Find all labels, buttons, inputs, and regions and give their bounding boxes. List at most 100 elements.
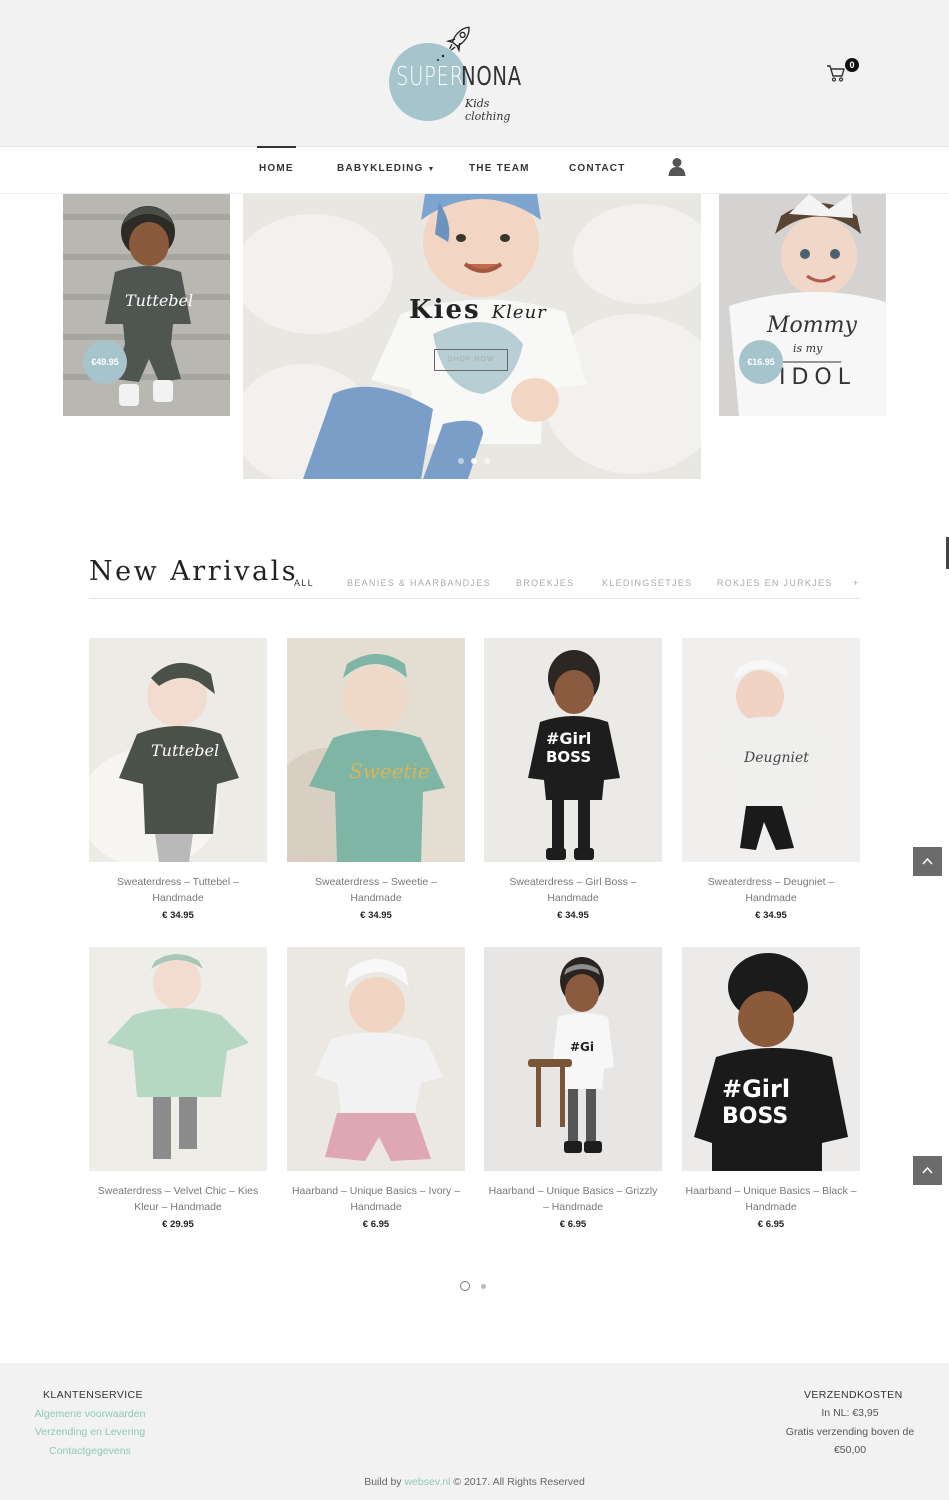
chevron-up-icon bbox=[922, 857, 933, 865]
slider-dot-3[interactable] bbox=[484, 458, 490, 464]
product-image bbox=[89, 947, 267, 1171]
filter-rokjes[interactable]: ROKJES EN JURKJES bbox=[717, 578, 833, 588]
slide-left-product[interactable]: Tuttebel €49.95 bbox=[63, 194, 230, 416]
hero-slide[interactable]: Kies Kleur SHOP NOW bbox=[243, 194, 701, 479]
product-image: #Girl BOSS bbox=[682, 947, 860, 1171]
product-card[interactable]: Deugniet Sweaterdress – Deugniet – Handm… bbox=[682, 638, 860, 921]
svg-text:BOSS: BOSS bbox=[722, 1104, 788, 1129]
svg-text:Tuttebel: Tuttebel bbox=[125, 291, 193, 310]
chevron-up-icon bbox=[922, 1166, 933, 1174]
product-price: € 29.95 bbox=[162, 1219, 194, 1230]
copyright-prefix: Build by bbox=[364, 1476, 402, 1488]
filter-all[interactable]: ALL bbox=[294, 578, 314, 588]
cart-icon bbox=[827, 65, 845, 82]
nav-item-the-team[interactable]: THE TEAM bbox=[469, 147, 530, 193]
svg-text:Sweetie: Sweetie bbox=[349, 759, 430, 783]
product-name[interactable]: Haarband – Unique Basics – Black – Handm… bbox=[682, 1183, 860, 1215]
logo-tagline: Kids clothing bbox=[465, 97, 511, 123]
product-price: € 6.95 bbox=[757, 1219, 785, 1230]
filter-beanies[interactable]: BEANIES & HAARBANDJES bbox=[347, 578, 491, 588]
footer-shipping-title: VERZENDKOSTEN bbox=[804, 1389, 903, 1401]
hero-heading-italic: Kleur bbox=[491, 302, 547, 323]
product-name[interactable]: Sweaterdress – Tuttebel – Handmade bbox=[89, 874, 267, 906]
slide-left-price-badge: €49.95 bbox=[83, 340, 127, 384]
pager-dot-1[interactable] bbox=[460, 1281, 470, 1291]
product-name[interactable]: Sweaterdress – Girl Boss – Handmade bbox=[484, 874, 662, 906]
svg-text:Deugniet: Deugniet bbox=[743, 750, 809, 766]
slide-right-price-badge: €16.95 bbox=[739, 340, 783, 384]
product-price: € 6.95 bbox=[559, 1219, 587, 1230]
site-header: Super Nona Kids clothing 0 bbox=[0, 0, 949, 146]
product-image: #Gi bbox=[484, 947, 662, 1171]
scroll-top-button[interactable] bbox=[913, 1156, 942, 1185]
nav-item-home[interactable]: HOME bbox=[257, 146, 296, 193]
footer-shipping-free: Gratis verzending boven de €50,00 bbox=[785, 1426, 915, 1456]
product-card[interactable]: Sweaterdress – Velvet Chic – Kies Kleur … bbox=[89, 947, 267, 1230]
logo[interactable]: Super Nona Kids clothing bbox=[386, 22, 536, 124]
cart-count-badge: 0 bbox=[845, 58, 859, 72]
svg-text:is my: is my bbox=[793, 342, 823, 355]
svg-text:Tuttebel: Tuttebel bbox=[151, 741, 219, 760]
copyright: Build by websev.nl © 2017. All Rights Re… bbox=[0, 1476, 949, 1488]
product-name[interactable]: Haarband – Unique Basics – Ivory – Handm… bbox=[287, 1183, 465, 1215]
hero-image bbox=[243, 194, 701, 479]
caret-down-icon: ▼ bbox=[427, 166, 436, 173]
scroll-top-button[interactable] bbox=[913, 847, 942, 876]
pager-dot-2[interactable] bbox=[481, 1284, 486, 1289]
product-name[interactable]: Sweaterdress – Deugniet – Handmade bbox=[682, 874, 860, 906]
product-price: € 34.95 bbox=[360, 910, 392, 921]
product-price: € 34.95 bbox=[557, 910, 589, 921]
copyright-link[interactable]: websev.nl bbox=[404, 1476, 450, 1488]
product-price: € 34.95 bbox=[755, 910, 787, 921]
footer-link-contact[interactable]: Contactgegevens bbox=[29, 1445, 151, 1457]
footer-link-voorwaarden[interactable]: Algemene voorwaarden bbox=[29, 1408, 151, 1420]
footer-shipping-nl: In NL: €3,95 bbox=[821, 1407, 879, 1419]
product-card[interactable]: #Girl BOSS Haarband – Unique Basics – Bl… bbox=[682, 947, 860, 1230]
slider-dot-1[interactable] bbox=[458, 458, 464, 464]
section-divider bbox=[89, 598, 860, 599]
logo-text-nona: Nona bbox=[461, 62, 522, 92]
product-card[interactable]: #Gi Haarband – Unique Basics – Grizzly –… bbox=[484, 947, 662, 1230]
product-name[interactable]: Sweaterdress – Velvet Chic – Kies Kleur … bbox=[89, 1183, 267, 1215]
nav-item-contact[interactable]: CONTACT bbox=[569, 147, 626, 193]
filter-more[interactable]: + bbox=[853, 578, 860, 588]
product-image: Tuttebel bbox=[89, 638, 267, 862]
footer-service-title: KLANTENSERVICE bbox=[43, 1389, 143, 1401]
product-image: Deugniet bbox=[682, 638, 860, 862]
shop-now-button[interactable]: SHOP NOW bbox=[434, 349, 508, 371]
product-card[interactable]: Sweetie Sweaterdress – Sweetie – Handmad… bbox=[287, 638, 465, 921]
product-image: #Girl BOSS bbox=[484, 638, 662, 862]
product-price: € 34.95 bbox=[162, 910, 194, 921]
hero-heading: Kies Kleur bbox=[409, 295, 547, 325]
filter-broekjes[interactable]: BROEKJES bbox=[516, 578, 574, 588]
product-image: Sweetie bbox=[287, 638, 465, 862]
slide-right-product[interactable]: Mommy is my IDOL €16.95 bbox=[719, 194, 886, 416]
user-icon[interactable] bbox=[668, 157, 686, 177]
svg-text:IDOL: IDOL bbox=[779, 365, 856, 390]
new-arrivals-title: New Arrivals bbox=[89, 556, 299, 587]
slide-left-image: Tuttebel bbox=[63, 194, 230, 416]
svg-text:#Girl: #Girl bbox=[546, 729, 591, 748]
svg-text:Mommy: Mommy bbox=[766, 313, 857, 338]
hero-heading-bold: Kies bbox=[409, 295, 481, 325]
svg-text:#Gi: #Gi bbox=[570, 1040, 594, 1054]
product-card[interactable]: #Girl BOSS Sweaterdress – Girl Boss – Ha… bbox=[484, 638, 662, 921]
nav-item-babykleding-label: BABYKLEDING bbox=[337, 163, 424, 174]
main-nav: HOME BABYKLEDING ▼ THE TEAM CONTACT bbox=[0, 146, 949, 194]
svg-text:#Girl: #Girl bbox=[722, 1075, 790, 1103]
slider-dot-2[interactable] bbox=[471, 458, 477, 464]
copyright-suffix: © 2017. All Rights Reserved bbox=[453, 1476, 585, 1488]
product-card[interactable]: Haarband – Unique Basics – Ivory – Handm… bbox=[287, 947, 465, 1230]
cart-button[interactable]: 0 bbox=[824, 58, 864, 86]
product-name[interactable]: Sweaterdress – Sweetie – Handmade bbox=[287, 874, 465, 906]
svg-text:BOSS: BOSS bbox=[546, 748, 591, 766]
logo-text-super: Super bbox=[396, 62, 465, 92]
slide-right-image: Mommy is my IDOL bbox=[719, 194, 886, 416]
product-price: € 6.95 bbox=[362, 1219, 390, 1230]
product-name[interactable]: Haarband – Unique Basics – Grizzly – Han… bbox=[484, 1183, 662, 1215]
nav-item-babykleding[interactable]: BABYKLEDING ▼ bbox=[337, 147, 436, 193]
product-image bbox=[287, 947, 465, 1171]
product-card[interactable]: Tuttebel Sweaterdress – Tuttebel – Handm… bbox=[89, 638, 267, 921]
footer-link-verzending[interactable]: Verzending en Levering bbox=[29, 1426, 151, 1438]
filter-kledingsetjes[interactable]: KLEDINGSETJES bbox=[602, 578, 692, 588]
